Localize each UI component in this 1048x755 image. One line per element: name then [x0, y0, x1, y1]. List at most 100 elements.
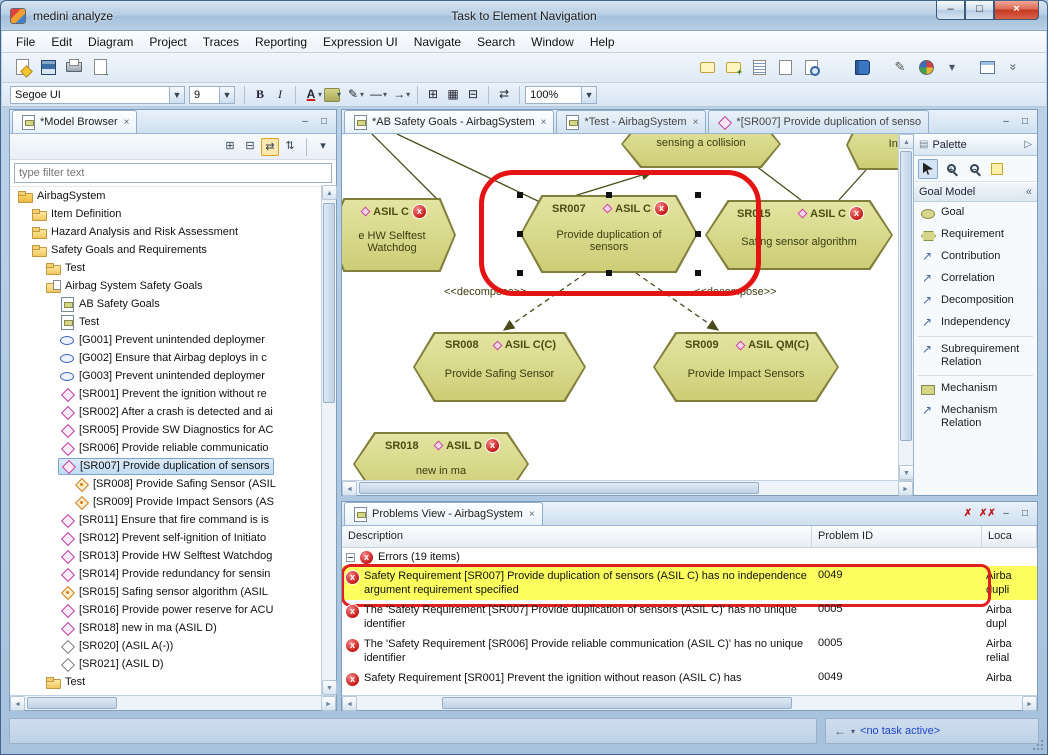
tree-item[interactable]: [SR021] (ASIL D) — [10, 655, 321, 673]
checklist-icon[interactable] — [749, 57, 769, 77]
canvas-hscroll-thumb[interactable] — [359, 482, 759, 494]
goal-node-sr015[interactable]: SR015ASIL CxSafing sensor algorithm — [705, 200, 893, 270]
palette-item-correlation[interactable]: Correlation — [914, 268, 1037, 290]
new-window-icon[interactable] — [977, 57, 997, 77]
view-menu-icon[interactable]: ▾ — [314, 138, 332, 156]
maximize-editor-icon[interactable]: □ — [1017, 114, 1033, 130]
goal-node-sr009[interactable]: SR009ASIL QM(C)Provide Impact Sensors — [653, 332, 839, 402]
menu-edit[interactable]: Edit — [43, 33, 80, 51]
problems-tab[interactable]: Problems View - AirbagSystem × — [344, 502, 543, 525]
close-tab-icon[interactable]: × — [693, 117, 699, 128]
scroll-right-icon[interactable]: ► — [898, 481, 913, 496]
problems-group-row[interactable]: x Errors (19 items) — [342, 548, 1037, 566]
tree-item[interactable]: [SR018] new in ma (ASIL D) — [10, 619, 321, 637]
diagram-canvas[interactable]: sensing a collisionInitASIL Cxe HW Selft… — [342, 134, 898, 480]
column-header-problem-id[interactable]: Problem ID — [812, 526, 982, 547]
tree-item[interactable]: System Design — [10, 691, 321, 694]
problem-row[interactable]: xSafety Requirement [SR001] Prevent the … — [342, 668, 1037, 688]
goal-node-sr008[interactable]: SR008ASIL C(C)Provide Safing Sensor — [413, 332, 586, 402]
tree-item[interactable]: Test — [10, 313, 321, 331]
tree-item[interactable]: [G002] Ensure that Airbag deploys in c — [10, 349, 321, 367]
arrow-style-dropdown-icon[interactable]: ▾ — [406, 90, 410, 99]
close-tab-icon[interactable]: × — [541, 117, 547, 128]
new-wizard-icon[interactable] — [12, 57, 32, 77]
tree-item[interactable]: Hazard Analysis and Risk Assessment — [10, 223, 321, 241]
close-view-icon[interactable]: × — [529, 509, 535, 520]
menu-reporting[interactable]: Reporting — [247, 33, 315, 51]
tree-item[interactable]: Test — [10, 259, 321, 277]
menu-diagram[interactable]: Diagram — [80, 33, 141, 51]
palette-item-subrequirement-relation[interactable]: Subrequirement Relation — [914, 339, 1037, 373]
tree-item[interactable]: [SR008] Provide Safing Sensor (ASIL — [10, 475, 321, 493]
close-button[interactable]: × — [994, 1, 1039, 20]
link-with-editor-icon[interactable]: ⇄ — [261, 138, 279, 156]
zoom-in-tool-icon[interactable]: + — [941, 159, 961, 179]
italic-button[interactable]: I — [270, 85, 290, 104]
filter-input[interactable] — [14, 163, 332, 183]
tree-item[interactable]: [SR016] Provide power reserve for ACU — [10, 601, 321, 619]
scroll-down-icon[interactable]: ▼ — [899, 465, 914, 480]
menu-help[interactable]: Help — [582, 33, 623, 51]
problem-row[interactable]: xThe 'Safety Requirement [SR006] Provide… — [342, 634, 1037, 668]
export-icon[interactable] — [90, 57, 110, 77]
selection-handle[interactable] — [695, 231, 701, 237]
note-tool-icon[interactable] — [987, 159, 1007, 179]
selection-handle[interactable] — [606, 192, 612, 198]
model-browser-tab[interactable]: *Model Browser × — [12, 110, 137, 133]
scroll-up-icon[interactable]: ▲ — [322, 185, 337, 200]
palette-item-mechanism-relation[interactable]: Mechanism Relation — [914, 400, 1037, 434]
maximize-button[interactable]: □ — [965, 1, 994, 20]
palette-collapse-icon[interactable]: ▷ — [1024, 139, 1032, 150]
fill-color-dropdown-icon[interactable]: ▾ — [337, 90, 341, 99]
tree-item[interactable]: [SR007] Provide duplication of sensors — [10, 457, 321, 475]
palette-item-independency[interactable]: Independency — [914, 312, 1037, 334]
menu-search[interactable]: Search — [469, 33, 523, 51]
column-header-loca[interactable]: Loca — [982, 526, 1037, 547]
bold-button[interactable]: B — [250, 85, 270, 104]
select-tool-icon[interactable] — [918, 159, 938, 179]
collapse-all-icon[interactable]: ⊟ — [241, 138, 259, 156]
menu-traces[interactable]: Traces — [195, 33, 247, 51]
chevron-down-icon[interactable] — [1003, 57, 1023, 77]
minimize-view-icon[interactable]: – — [297, 114, 313, 130]
palette-colors-icon[interactable] — [916, 57, 936, 77]
column-header-description[interactable]: Description — [342, 526, 812, 547]
tree-item[interactable]: [SR015] Safing sensor algorithm (ASIL — [10, 583, 321, 601]
tree-item[interactable]: Safety Goals and Requirements — [10, 241, 321, 259]
delete-all-markers-icon[interactable]: ✗✗ — [979, 506, 995, 522]
selection-handle[interactable] — [517, 231, 523, 237]
delete-marker-icon[interactable]: ✗ — [960, 506, 976, 522]
palette-header[interactable]: ▤ Palette ▷ — [914, 134, 1037, 156]
menu-navigate[interactable]: Navigate — [406, 33, 469, 51]
palette-item-mechanism[interactable]: Mechanism — [914, 378, 1037, 400]
editor-tab[interactable]: *AB Safety Goals - AirbagSystem× — [344, 110, 554, 133]
tree-item[interactable]: Airbag System Safety Goals — [10, 277, 321, 295]
menu-project[interactable]: Project — [141, 33, 194, 51]
tree-item[interactable]: [SR006] Provide reliable communicatio — [10, 439, 321, 457]
menu-window[interactable]: Window — [523, 33, 582, 51]
scroll-right-icon[interactable]: ► — [321, 696, 336, 711]
scroll-left-icon[interactable]: ◄ — [342, 481, 357, 496]
problems-horizontal-scrollbar[interactable]: ◄ ► — [342, 695, 1037, 710]
canvas-horizontal-scrollbar[interactable]: ◄ ► — [342, 480, 913, 495]
tree-horizontal-scrollbar[interactable]: ◄ ► — [10, 695, 336, 710]
palette-item-requirement[interactable]: Requirement — [914, 224, 1037, 246]
selection-handle[interactable] — [517, 270, 523, 276]
goal-node-sensing[interactable]: sensing a collision — [621, 134, 781, 168]
palette-item-goal[interactable]: Goal — [914, 202, 1037, 224]
print-icon[interactable] — [64, 57, 84, 77]
comment-icon[interactable] — [697, 57, 717, 77]
help-book-icon[interactable] — [852, 57, 872, 77]
selection-handle[interactable] — [695, 192, 701, 198]
tree-item[interactable]: [SR009] Provide Impact Sensors (AS — [10, 493, 321, 511]
tree-item[interactable]: Item Definition — [10, 205, 321, 223]
maximize-view-icon[interactable]: □ — [316, 114, 332, 130]
select-same-icon[interactable]: ⊞ — [423, 85, 443, 104]
scroll-left-icon[interactable]: ◄ — [10, 696, 25, 711]
goal-node-watchdog[interactable]: ASIL Cxe HW Selftest Watchdog — [342, 198, 456, 272]
pencil-icon[interactable] — [890, 57, 910, 77]
palette-section-header[interactable]: Goal Model « — [914, 182, 1037, 202]
expand-all-icon[interactable]: ⊞ — [221, 138, 239, 156]
close-view-icon[interactable]: × — [124, 117, 130, 128]
minimize-view-icon[interactable]: – — [998, 506, 1014, 522]
